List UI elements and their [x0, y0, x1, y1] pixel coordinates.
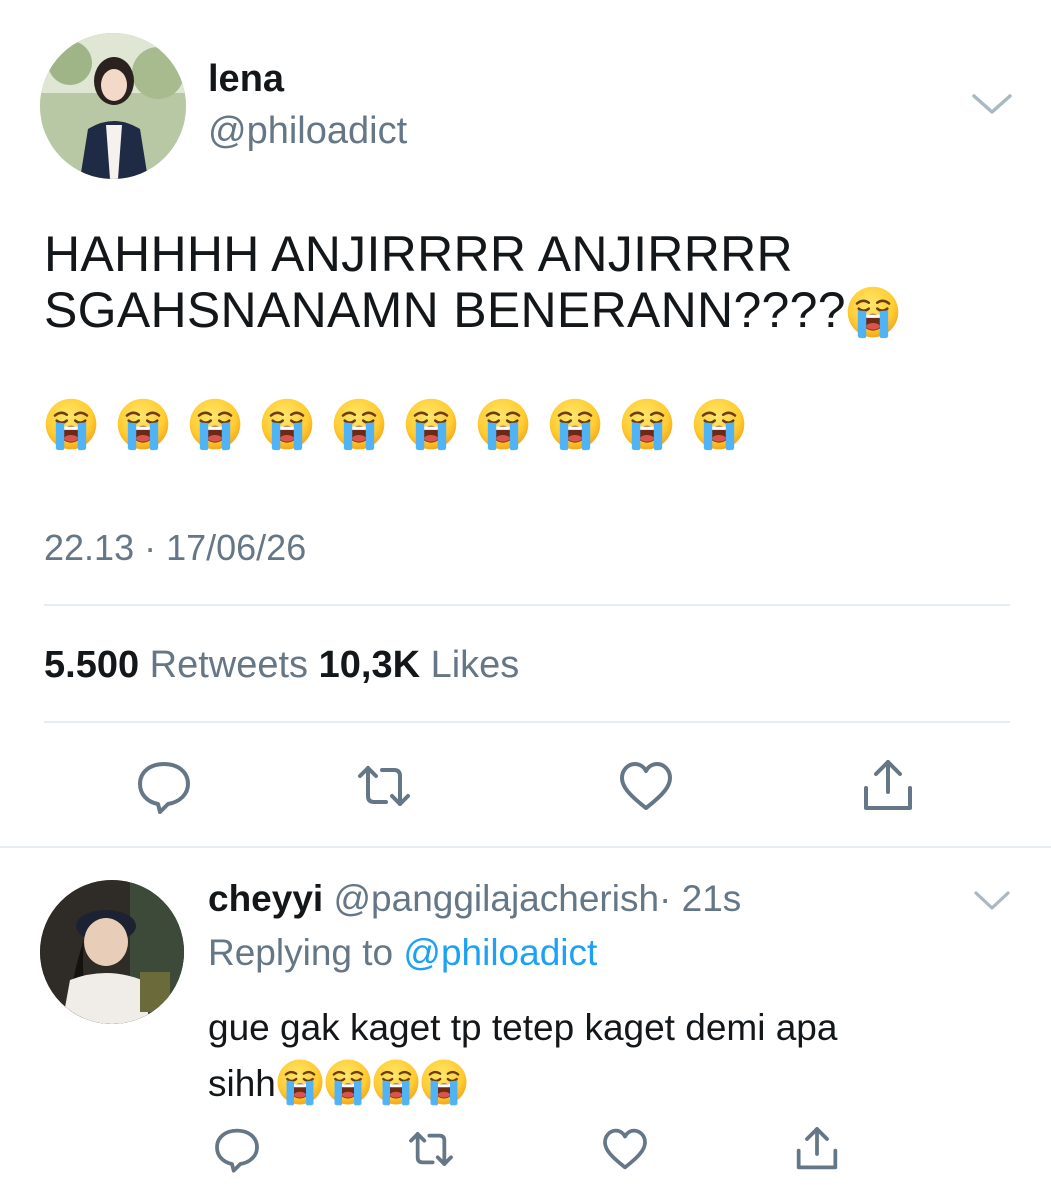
reply-text: gue gak kaget tp tetep kaget demi apa si…: [208, 1000, 1008, 1112]
reply-icon[interactable]: [134, 756, 194, 816]
likes-count[interactable]: 10,3K: [319, 644, 420, 686]
author-name[interactable]: lena: [208, 56, 284, 102]
tweet-text-line: SGAHSNANAMN BENERANN????: [44, 282, 1024, 338]
retweets-count[interactable]: 5.500: [44, 644, 139, 686]
divider: [44, 604, 1010, 606]
loudly-crying-face-emoji: [276, 1058, 324, 1106]
reply-time: · 21s: [659, 878, 742, 919]
likes-label[interactable]: Likes: [431, 644, 520, 686]
reply-text-line: gue gak kaget tp tetep kaget demi apa: [208, 1007, 838, 1048]
reply-author-handle[interactable]: @panggilajacherish: [333, 878, 659, 919]
loudly-crying-face-emoji: [332, 397, 386, 451]
author-handle[interactable]: @philoadict: [208, 108, 407, 154]
loudly-crying-face-emoji: [372, 1058, 420, 1106]
chevron-down-icon[interactable]: [970, 90, 1014, 118]
loudly-crying-face-emoji: [476, 397, 530, 451]
tweet-text-line: HAHHHH ANJIRRRR ANJIRRRR: [44, 226, 793, 282]
loudly-crying-face-emoji: [846, 285, 900, 339]
loudly-crying-face-emoji: [692, 397, 746, 451]
retweet-icon[interactable]: [354, 756, 414, 816]
reply-header: cheyyi @panggilajacherish· 21s: [208, 876, 741, 922]
replying-to-prefix: Replying to: [208, 932, 394, 973]
loudly-crying-face-emoji: [188, 397, 242, 451]
tweet-timestamp[interactable]: 22.13 · 17/06/26: [44, 526, 306, 570]
like-icon[interactable]: [616, 756, 676, 816]
reply-text-line: sihh: [208, 1056, 1008, 1112]
reply-text-fragment: sihh: [208, 1063, 276, 1104]
emoji-row: [44, 397, 764, 457]
share-icon[interactable]: [792, 1124, 842, 1174]
replying-to: Replying to @philoadict: [208, 930, 597, 976]
reply-author-name[interactable]: cheyyi: [208, 878, 323, 919]
reply-author-avatar[interactable]: [40, 880, 184, 1024]
reply-icon[interactable]: [212, 1124, 262, 1174]
loudly-crying-face-emoji: [548, 397, 602, 451]
chevron-down-icon[interactable]: [972, 888, 1012, 914]
loudly-crying-face-emoji: [404, 397, 458, 451]
tweet-text: HAHHHH ANJIRRRR ANJIRRRR SGAHSNANAMN BEN…: [44, 226, 1024, 338]
loudly-crying-face-emoji: [620, 397, 674, 451]
tweet-text-fragment: SGAHSNANAMN BENERANN????: [44, 282, 846, 338]
loudly-crying-face-emoji: [44, 397, 98, 451]
loudly-crying-face-emoji: [324, 1058, 372, 1106]
loudly-crying-face-emoji: [420, 1058, 468, 1106]
share-icon[interactable]: [858, 756, 918, 816]
loudly-crying-face-emoji: [116, 397, 170, 451]
tweet-stats: 5.500 Retweets 10,3K Likes: [44, 641, 519, 689]
divider: [44, 721, 1010, 723]
retweet-icon[interactable]: [406, 1124, 456, 1174]
loudly-crying-face-emoji: [260, 397, 314, 451]
divider: [0, 846, 1051, 848]
like-icon[interactable]: [600, 1124, 650, 1174]
replying-to-handle[interactable]: @philoadict: [403, 932, 597, 973]
author-avatar[interactable]: [40, 33, 186, 179]
retweets-label[interactable]: Retweets: [150, 644, 308, 686]
